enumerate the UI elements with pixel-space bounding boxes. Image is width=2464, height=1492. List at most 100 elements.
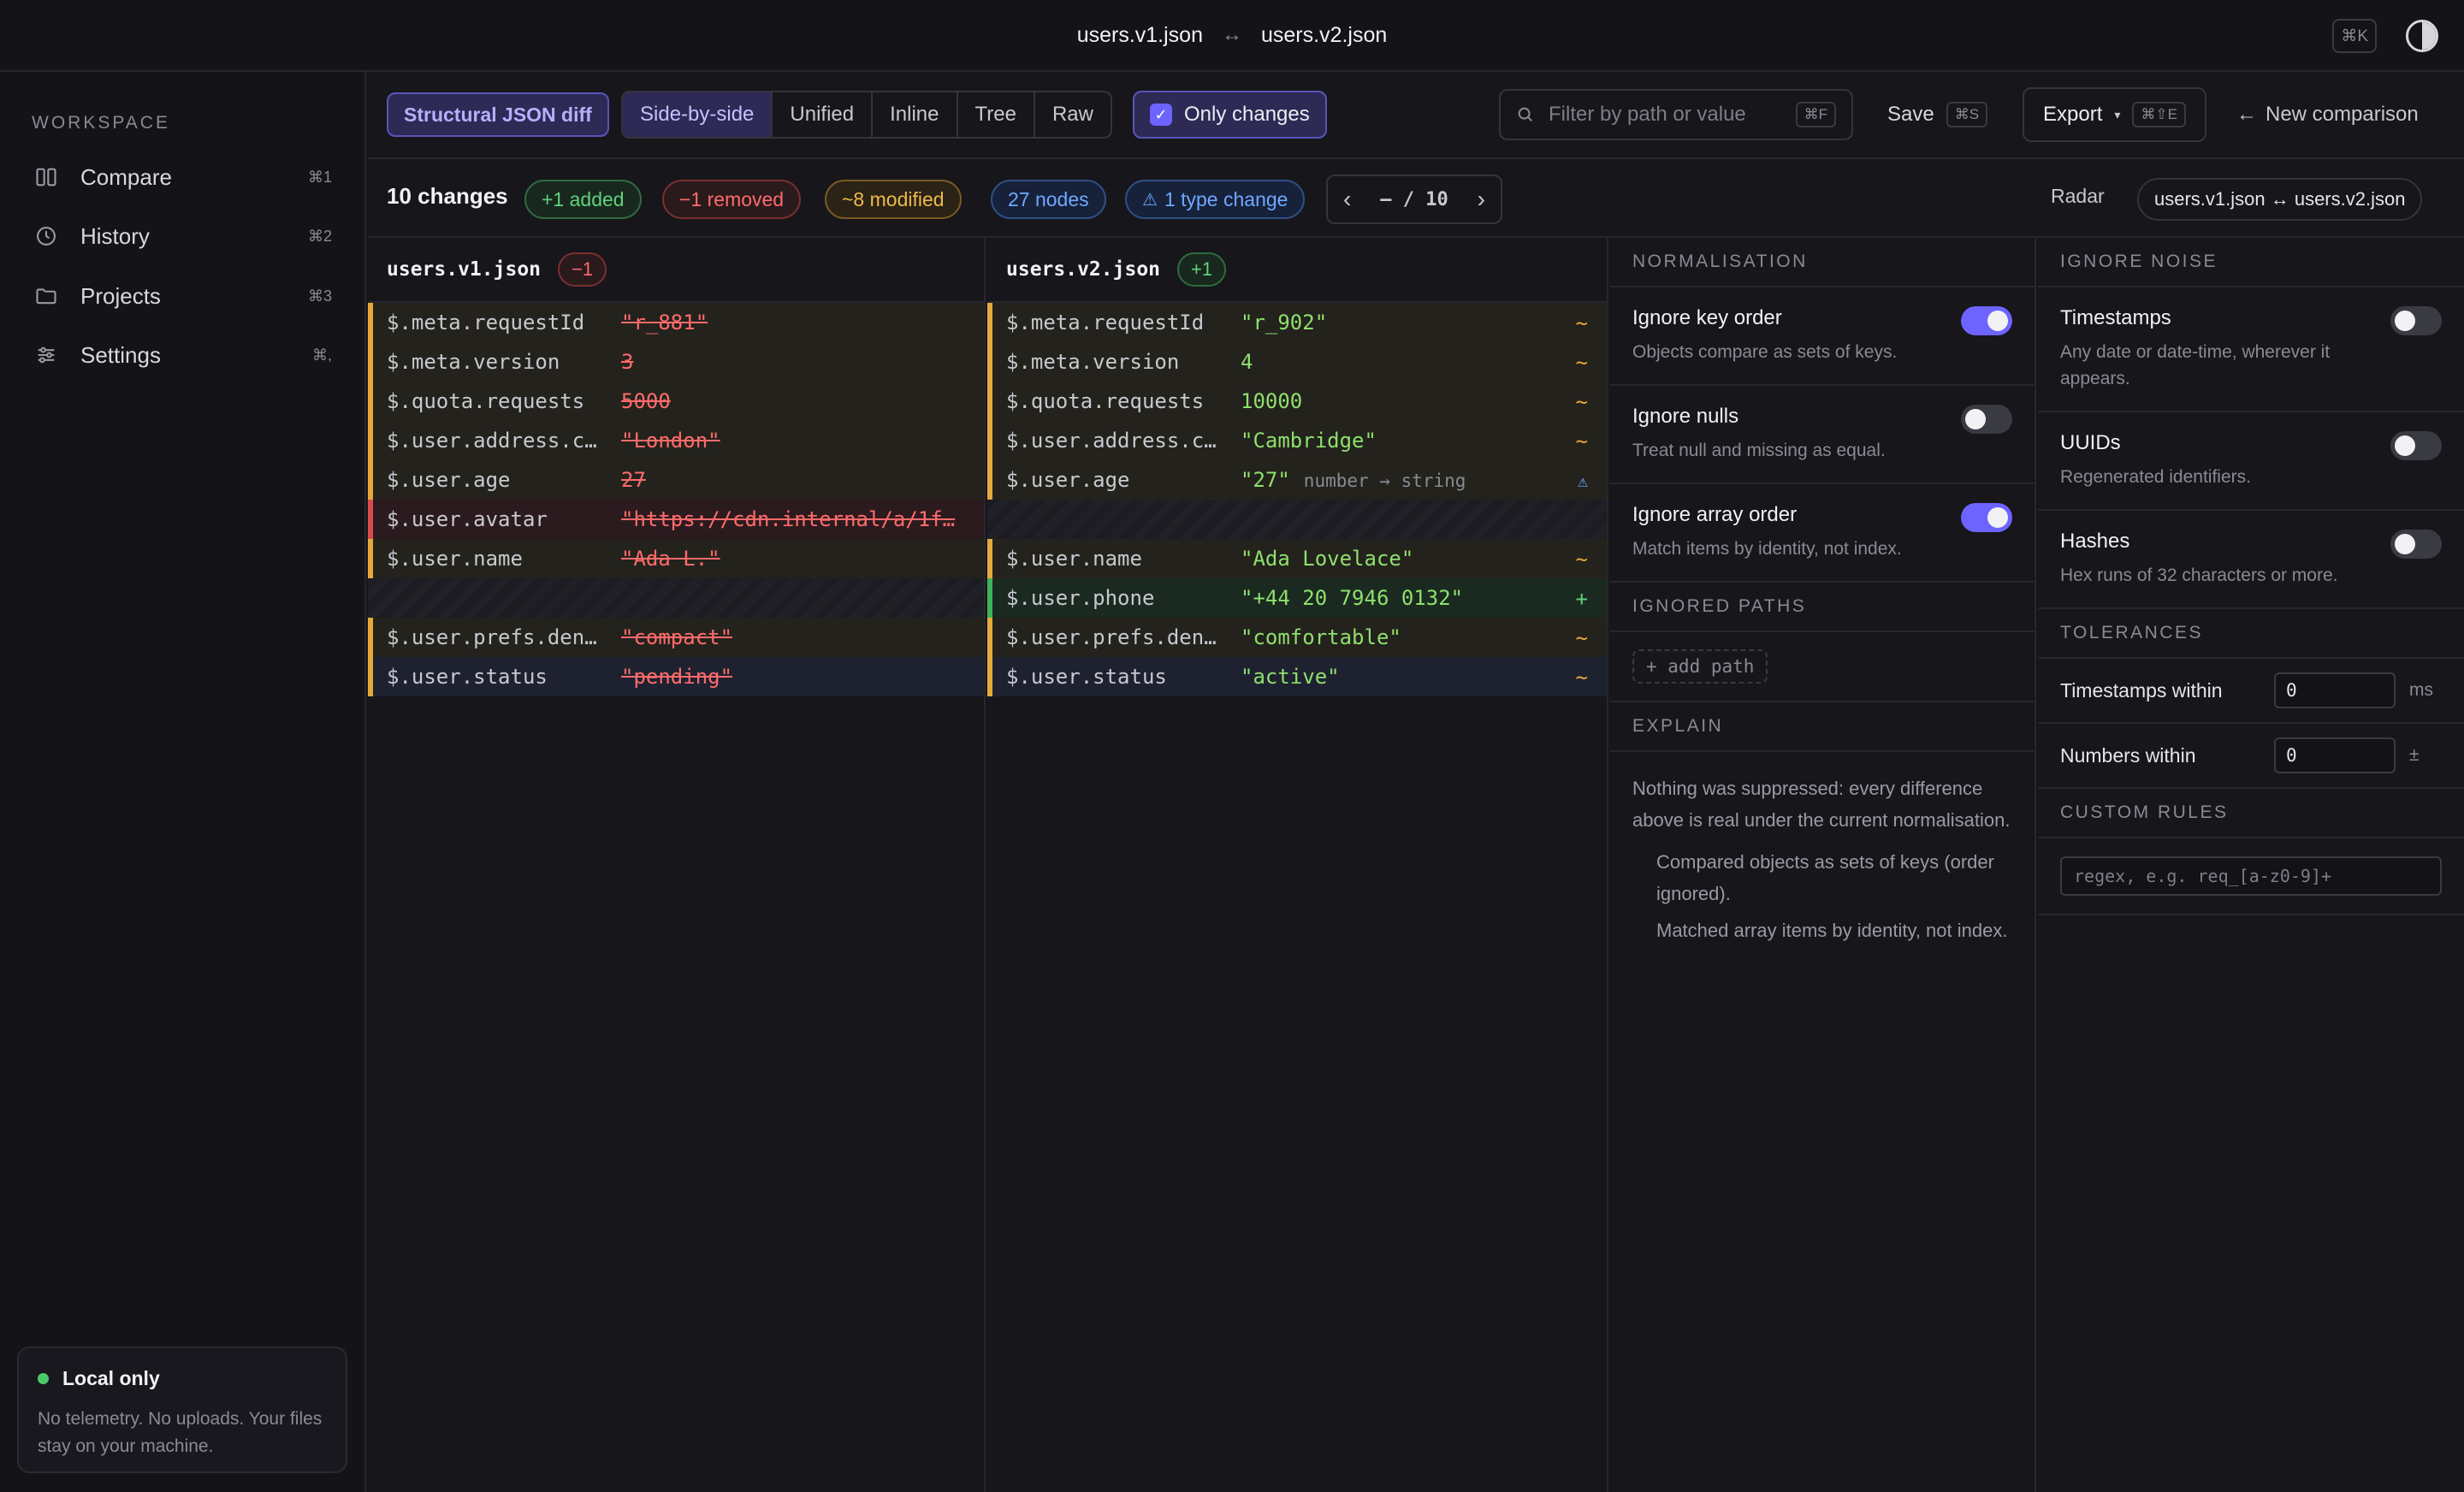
added-chip[interactable]: +1 added: [524, 180, 642, 219]
checkbox-checked-icon[interactable]: ✓: [1150, 104, 1172, 126]
view-tab-inline[interactable]: Inline: [873, 92, 958, 137]
ignore-array-order-toggle[interactable]: [1961, 503, 2012, 532]
sidebar-item-projects[interactable]: Projects ⌘3: [19, 271, 347, 321]
diff-mode-pill[interactable]: Structural JSON diff: [387, 92, 609, 137]
next-change-button[interactable]: ›: [1478, 186, 1485, 213]
modified-marker: ~: [1575, 390, 1588, 414]
table-row[interactable]: $.user.age 27: [368, 460, 984, 500]
clock-icon: [37, 227, 56, 246]
sidebar-item-compare[interactable]: Compare ⌘1: [19, 152, 347, 202]
table-row[interactable]: $.user.status "active" ~: [987, 657, 1607, 696]
contrast-icon[interactable]: [2406, 20, 2438, 52]
change-count: 10 changes: [387, 183, 508, 209]
row-path: $.meta.requestId: [1006, 311, 1205, 335]
view-tab-raw[interactable]: Raw: [1035, 92, 1111, 137]
number-tolerance-input[interactable]: 0: [2274, 737, 2396, 773]
ignore-key-order-toggle[interactable]: [1961, 306, 2012, 335]
radar-button[interactable]: Radar: [2051, 185, 2105, 208]
tolerance-label: Numbers within: [2060, 743, 2196, 767]
removed-count-badge: −1: [558, 252, 607, 287]
tolerance-label: Timestamps within: [2060, 678, 2223, 702]
timestamp-tolerance-input[interactable]: 0: [2274, 672, 2396, 708]
export-button[interactable]: Export ▾ ⌘⇧E: [2023, 87, 2206, 142]
option-title: Hashes: [2060, 530, 2130, 553]
tolerance-unit: ms: [2409, 680, 2433, 700]
row-new-value: "Ada Lovelace": [1241, 547, 1414, 571]
table-row[interactable]: $.meta.requestId "r_881": [368, 303, 984, 342]
ignore-noise-panel: IGNORE NOISE Timestamps Any date or date…: [2038, 238, 2464, 1492]
table-row[interactable]: $.user.phone "+44 20 7946 0132" +: [987, 578, 1607, 618]
sidebar-item-label: Projects: [80, 282, 161, 309]
prev-change-button[interactable]: ‹: [1343, 186, 1351, 213]
row-new-value: 4: [1241, 350, 1253, 374]
hashes-toggle[interactable]: [2390, 530, 2442, 559]
added-count-badge: +1: [1177, 252, 1227, 287]
only-changes-toggle[interactable]: ✓ Only changes: [1133, 91, 1327, 139]
table-row[interactable]: $.user.avatar "https://cdn.internal/a/1f…: [368, 500, 984, 539]
table-row[interactable]: $.meta.version 3: [368, 342, 984, 382]
row-path: $.user.age: [1006, 468, 1130, 492]
left-file-name: users.v1.json: [387, 258, 542, 281]
option-description: Any date or date-time, wherever it appea…: [2060, 342, 2331, 388]
modified-chip[interactable]: ~8 modified: [825, 180, 962, 219]
timestamps-toggle[interactable]: [2390, 306, 2442, 335]
table-row[interactable]: $.quota.requests 5000: [368, 382, 984, 421]
empty-row-placeholder: [368, 578, 984, 618]
table-row[interactable]: $.quota.requests 10000 ~: [987, 382, 1607, 421]
table-row[interactable]: $.user.prefs.den… "compact": [368, 618, 984, 657]
view-tab-unified[interactable]: Unified: [773, 92, 874, 137]
title-right-file: users.v2.json: [1261, 22, 1388, 47]
title-bar: users.v1.json ↔ users.v2.json ⌘K: [0, 0, 2464, 72]
ignore-nulls-toggle[interactable]: [1961, 405, 2012, 434]
row-path: $.user.prefs.den…: [387, 625, 597, 649]
table-row[interactable]: $.user.prefs.den… "comfortable" ~: [987, 618, 1607, 657]
sidebar-item-history[interactable]: History ⌘2: [19, 211, 347, 261]
table-row[interactable]: $.user.age "27" number → string ⚠: [987, 460, 1607, 500]
new-comparison-label: New comparison: [2266, 103, 2419, 126]
modified-marker: ~: [1575, 666, 1588, 690]
warning-icon: ⚠: [1142, 190, 1158, 210]
custom-rules-section: regex, e.g. req_[a-z0-9]+: [2038, 838, 2464, 915]
option-description: Regenerated identifiers.: [2060, 467, 2251, 487]
custom-rule-input[interactable]: regex, e.g. req_[a-z0-9]+: [2060, 856, 2442, 896]
left-rows: $.meta.requestId "r_881" $.meta.version 3 …: [368, 303, 984, 696]
sidebar-item-settings[interactable]: Settings ⌘,: [19, 330, 347, 380]
filter-input[interactable]: Filter by path or value ⌘F: [1499, 89, 1853, 140]
right-file-name: users.v2.json: [1006, 258, 1161, 281]
modified-marker: ~: [1575, 626, 1588, 650]
table-row[interactable]: $.user.name "Ada L.": [368, 539, 984, 578]
sidebar: WORKSPACE Compare ⌘1 History ⌘2 Projects…: [0, 72, 366, 1492]
save-label: Save: [1887, 103, 1934, 126]
row-old-value: "https://cdn.internal/a/1f…: [621, 507, 956, 531]
swap-arrow-icon[interactable]: ↔: [1222, 23, 1242, 47]
view-tab-side-by-side[interactable]: Side-by-side: [623, 92, 773, 137]
table-row[interactable]: $.user.address.c… "Cambridge" ~: [987, 421, 1607, 460]
table-row[interactable]: $.meta.version 4 ~: [987, 342, 1607, 382]
table-row[interactable]: $.meta.requestId "r_902" ~: [987, 303, 1607, 342]
save-button[interactable]: Save ⌘S: [1887, 89, 1988, 140]
ignore-array-order-option: Ignore array order Match items by identi…: [1610, 484, 2035, 583]
type-change-chip[interactable]: ⚠ 1 type change: [1125, 180, 1306, 219]
add-path-button[interactable]: + add path: [1632, 649, 1768, 684]
uuids-toggle[interactable]: [2390, 431, 2442, 460]
table-row[interactable]: $.user.status "pending": [368, 657, 984, 696]
row-old-value: "Ada L.": [621, 547, 720, 571]
sidebar-item-label: Compare: [80, 163, 172, 190]
row-path: $.quota.requests: [1006, 389, 1205, 413]
empty-row-placeholder: [987, 500, 1607, 539]
left-pane-header: users.v1.json −1: [368, 238, 984, 303]
modified-marker: ~: [1575, 429, 1588, 453]
command-palette-button[interactable]: ⌘K: [2332, 19, 2377, 53]
table-row[interactable]: $.user.name "Ada Lovelace" ~: [987, 539, 1607, 578]
custom-rules-heading: CUSTOM RULES: [2038, 789, 2464, 838]
new-comparison-button[interactable]: ← New comparison: [2236, 89, 2419, 140]
modified-marker: ~: [1575, 311, 1588, 335]
nodes-chip[interactable]: 27 nodes: [991, 180, 1106, 219]
privacy-title: Local only: [62, 1367, 160, 1389]
file-pair-chip[interactable]: users.v1.json ↔ users.v2.json: [2137, 178, 2423, 221]
removed-chip[interactable]: −1 removed: [662, 180, 802, 219]
table-row[interactable]: $.user.address.c… "London": [368, 421, 984, 460]
view-tab-tree[interactable]: Tree: [958, 92, 1035, 137]
row-path: $.meta.version: [387, 350, 560, 374]
warning-icon: ⚠: [1577, 471, 1588, 491]
